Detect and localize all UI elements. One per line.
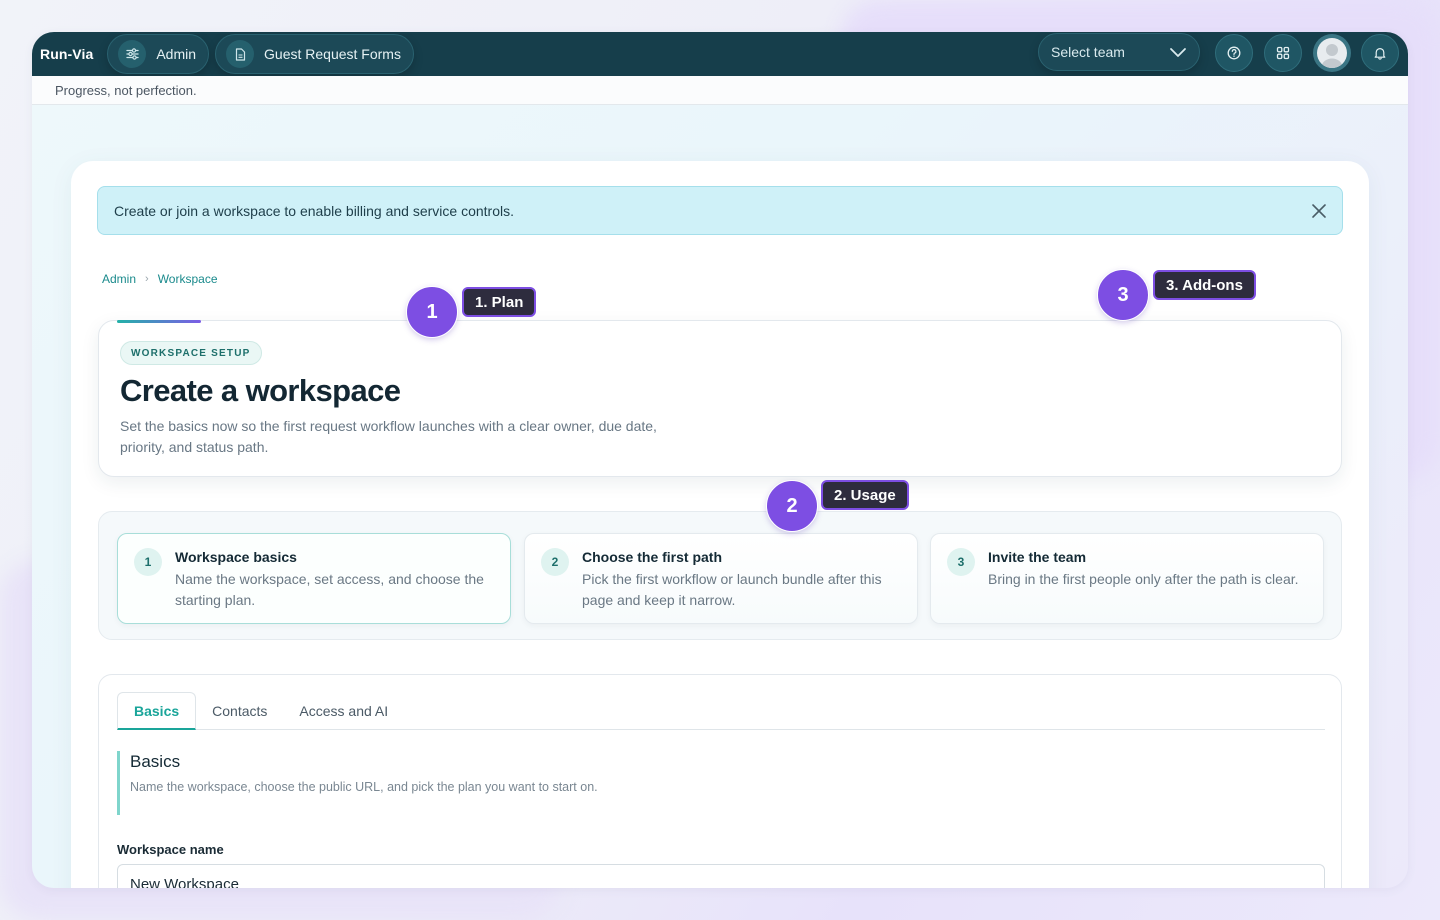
accent-bar	[117, 320, 201, 323]
callout-label: 1. Plan	[462, 287, 537, 317]
callout-label: 3. Add-ons	[1153, 270, 1256, 300]
step-title: Choose the first path	[582, 549, 723, 565]
callout-number: 2	[766, 480, 818, 532]
step-title: Invite the team	[988, 549, 1087, 565]
step-number: 1	[134, 548, 162, 576]
step-title: Workspace basics	[175, 549, 297, 565]
callout-number: 3	[1097, 269, 1149, 321]
workspace-form: Basics Contacts Access and AI Basics Nam…	[98, 674, 1342, 888]
breadcrumb-workspace[interactable]: Workspace	[158, 272, 218, 286]
callout-plan: 1 1. Plan	[406, 286, 537, 338]
notifications-button[interactable]	[1361, 34, 1399, 72]
workspace-setup-badge: WORKSPACE SETUP	[120, 341, 262, 365]
brand-name[interactable]: Run-Via	[40, 46, 93, 62]
sliders-icon	[118, 40, 147, 68]
step-description: Pick the first workflow or launch bundle…	[582, 571, 882, 608]
nav-admin[interactable]: Admin	[107, 34, 210, 74]
info-alert: Create or join a workspace to enable bil…	[97, 186, 1343, 235]
apps-button[interactable]	[1264, 34, 1302, 72]
callout-label: 2. Usage	[821, 480, 909, 510]
team-select-value: Select team	[1051, 44, 1125, 60]
close-icon	[1312, 204, 1326, 218]
nav-guest-request-forms-label: Guest Request Forms	[264, 46, 401, 62]
user-avatar-icon	[1317, 38, 1347, 68]
team-select[interactable]: Select team	[1038, 33, 1200, 71]
help-button[interactable]	[1215, 34, 1253, 72]
top-navigation-bar: Run-Via Admin Guest Request Forms Select…	[32, 32, 1408, 76]
page-description: Set the basics now so the first request …	[120, 418, 657, 455]
alert-close-button[interactable]	[1308, 200, 1330, 222]
step-description: Bring in the first people only after the…	[988, 571, 1299, 587]
callout-add-ons: 3 3. Add-ons	[1097, 269, 1256, 321]
apps-grid-icon	[1276, 46, 1290, 60]
document-icon	[226, 40, 255, 68]
tagline: Progress, not perfection.	[55, 83, 197, 98]
step-invite-team[interactable]: 3 Invite the team Bring in the first peo…	[930, 533, 1324, 624]
step-description: Name the workspace, set access, and choo…	[175, 571, 484, 608]
help-icon	[1227, 46, 1241, 60]
breadcrumb-separator-icon: ›	[145, 273, 149, 285]
breadcrumb: Admin › Workspace	[102, 272, 218, 286]
step-number: 2	[541, 548, 569, 576]
workspace-name-input[interactable]	[117, 864, 1325, 888]
step-workspace-basics[interactable]: 1 Workspace basics Name the workspace, s…	[117, 533, 511, 624]
chevron-down-icon	[1170, 48, 1186, 57]
bell-icon	[1374, 48, 1386, 60]
basics-section-header: Basics Name the workspace, choose the pu…	[117, 751, 717, 815]
section-description: Name the workspace, choose the public UR…	[130, 780, 598, 794]
workspace-setup-header: WORKSPACE SETUP Create a workspace Set t…	[98, 320, 1342, 477]
tab-contacts[interactable]: Contacts	[196, 692, 283, 729]
tab-basics[interactable]: Basics	[117, 692, 197, 730]
section-title: Basics	[130, 752, 181, 771]
step-number: 3	[947, 548, 975, 576]
step-choose-first-path[interactable]: 2 Choose the first path Pick the first w…	[524, 533, 918, 624]
callout-usage: 2 2. Usage	[766, 480, 909, 532]
tagline-bar: Progress, not perfection.	[32, 76, 1408, 105]
breadcrumb-admin[interactable]: Admin	[102, 272, 136, 286]
page-title: Create a workspace	[120, 373, 401, 408]
tab-access-and-ai[interactable]: Access and AI	[283, 692, 404, 729]
callout-number: 1	[406, 286, 458, 338]
nav-guest-request-forms[interactable]: Guest Request Forms	[215, 34, 414, 74]
workspace-name-label: Workspace name	[117, 842, 224, 857]
nav-admin-label: Admin	[156, 46, 197, 62]
alert-message: Create or join a workspace to enable bil…	[114, 203, 514, 219]
setup-steps: 1 Workspace basics Name the workspace, s…	[98, 511, 1342, 640]
form-tabs: Basics Contacts Access and AI	[117, 692, 1325, 730]
avatar[interactable]	[1313, 34, 1351, 72]
app-window: Run-Via Admin Guest Request Forms Select…	[32, 32, 1408, 888]
